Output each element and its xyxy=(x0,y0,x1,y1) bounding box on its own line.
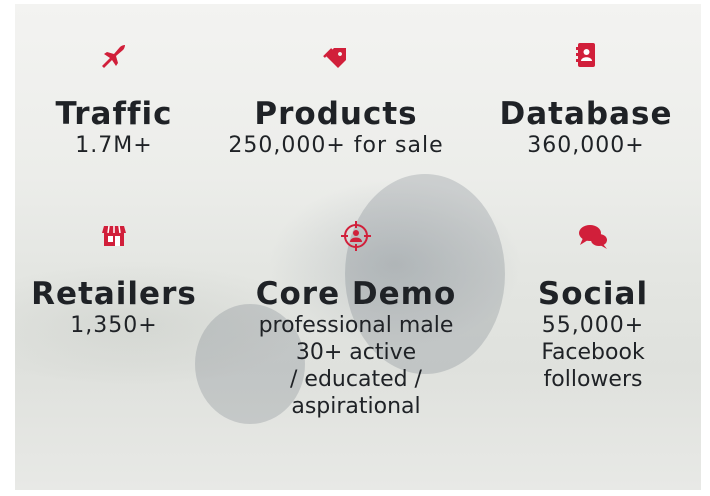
stat-database: Database 360,000+ xyxy=(472,40,700,159)
stat-value: 55,000+ xyxy=(541,313,645,338)
stat-title: Retailers xyxy=(31,276,197,312)
stat-desc-line: / educated / xyxy=(290,367,422,392)
stat-core-demo: Core Demo professional male 30+ active /… xyxy=(242,220,470,420)
address-book-icon xyxy=(472,40,700,72)
stat-title: Social xyxy=(537,276,649,312)
stat-desc-line: aspirational xyxy=(291,394,421,419)
storefront-icon xyxy=(0,220,228,252)
stat-products: Products 250,000+ for sale xyxy=(222,40,450,159)
stat-value: 1.7M+ xyxy=(75,133,153,158)
stat-traffic: Traffic 1.7M+ xyxy=(0,40,228,159)
stat-value: 250,000+ for sale xyxy=(228,133,444,158)
stat-title: Traffic xyxy=(55,96,173,132)
airplane-icon xyxy=(0,40,228,72)
stat-retailers: Retailers 1,350+ xyxy=(0,220,228,339)
stat-title: Products xyxy=(254,96,418,132)
stat-value: 360,000+ xyxy=(527,133,645,158)
stat-desc-line: 30+ active xyxy=(295,340,417,365)
stat-desc-line: followers xyxy=(543,367,643,392)
target-user-icon xyxy=(242,220,470,252)
chat-bubbles-icon xyxy=(479,220,707,252)
price-tag-icon xyxy=(222,40,450,72)
stat-value: 1,350+ xyxy=(70,313,158,338)
stat-social: Social 55,000+ Facebook followers xyxy=(479,220,707,393)
stat-desc-line: Facebook xyxy=(541,340,645,365)
stat-title: Core Demo xyxy=(255,276,457,312)
stat-title: Database xyxy=(499,96,673,132)
stat-desc-line: professional male xyxy=(258,313,454,338)
